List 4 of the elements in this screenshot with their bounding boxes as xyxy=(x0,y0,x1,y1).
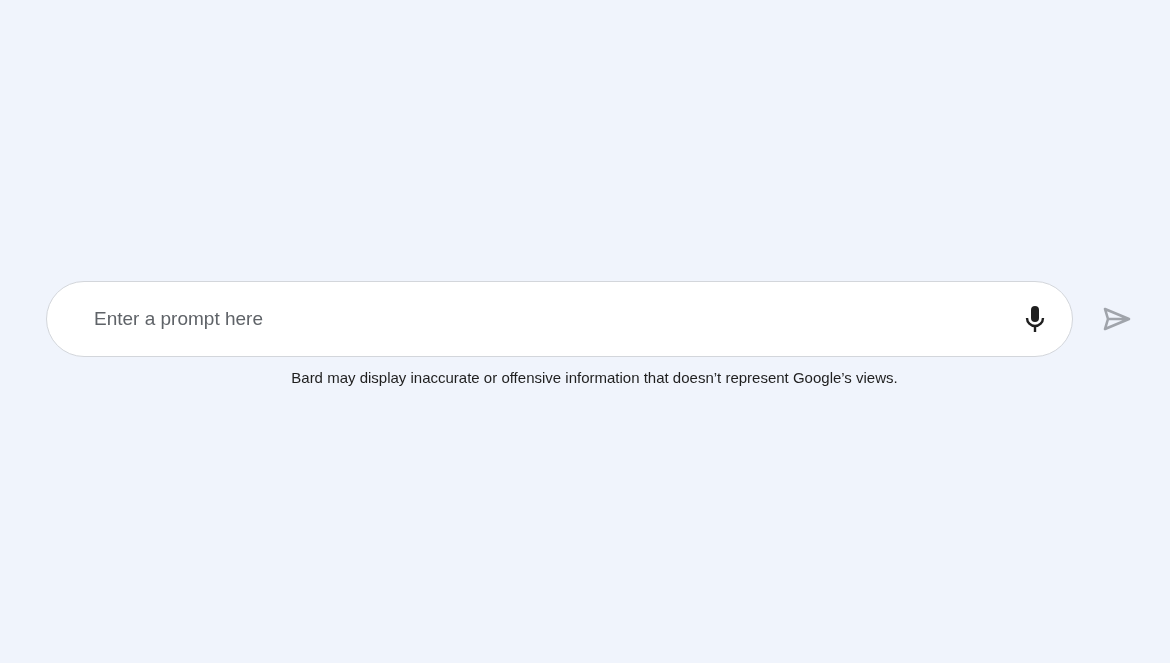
microphone-icon[interactable] xyxy=(1024,305,1046,333)
disclaimer-text: Bard may display inaccurate or offensive information that doesn’t represent Google’s views. xyxy=(290,369,899,386)
send-icon xyxy=(1103,307,1131,331)
prompt-field[interactable]: Enter a prompt here xyxy=(46,281,1073,357)
